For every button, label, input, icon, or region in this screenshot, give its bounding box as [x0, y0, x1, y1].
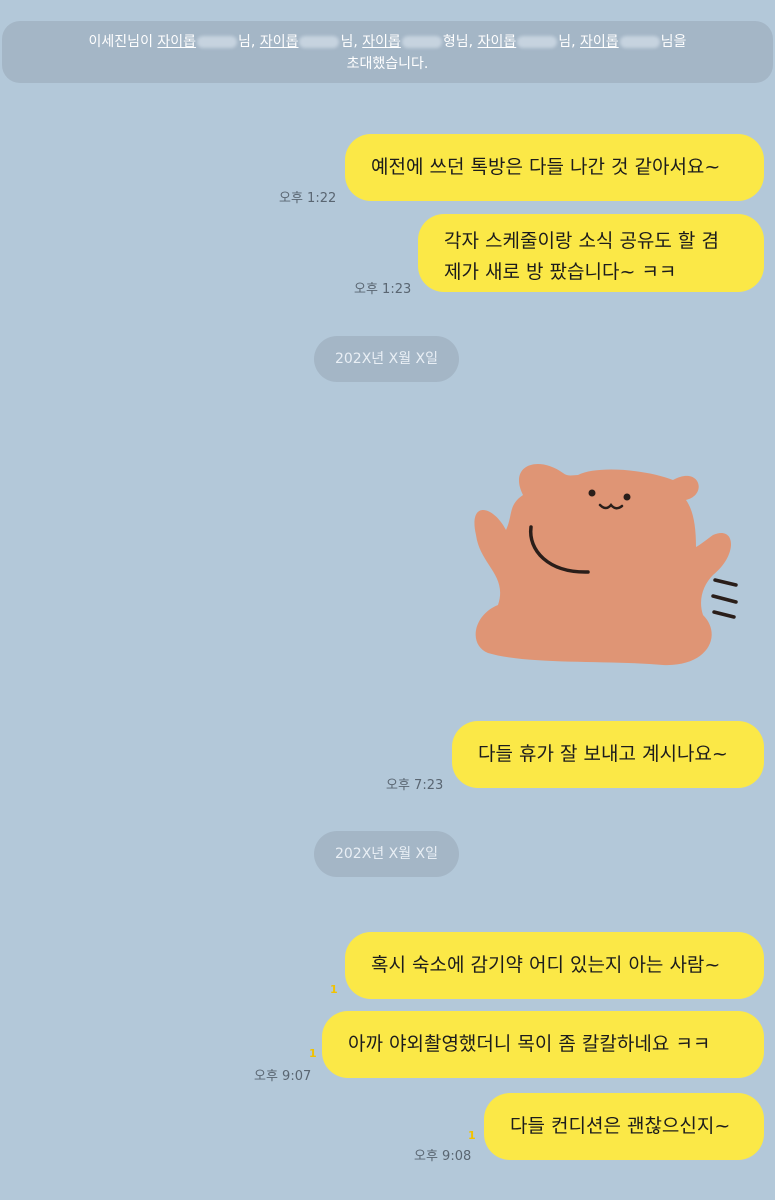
blurred-name	[517, 36, 558, 48]
blurred-name	[299, 36, 340, 48]
unread-count: 1	[309, 1047, 317, 1060]
message-text: 다들 휴가 잘 보내고 계시나요~	[478, 743, 728, 765]
blurred-name	[197, 36, 238, 48]
inviter-name: 이세진님이	[88, 34, 153, 50]
invitee-suffix: 님,	[340, 34, 358, 50]
blurred-name	[401, 36, 442, 48]
date-divider: 202X년 X월 X일	[314, 831, 459, 877]
unread-count: 1	[468, 1129, 476, 1142]
message-time: 오후 9:07	[254, 1069, 312, 1084]
message-bubble[interactable]: 각자 스케줄이랑 소식 공유도 할 겸 제가 새로 방 팠습니다~ ㅋㅋ	[418, 214, 764, 292]
message-bubble[interactable]: 아까 야외촬영했더니 목이 좀 칼칼하네요 ㅋㅋ	[322, 1011, 764, 1078]
motion-lines	[711, 578, 738, 619]
message-bubble[interactable]: 혹시 숙소에 감기약 어디 있는지 아는 사람~	[345, 932, 764, 999]
invitee-name[interactable]: 자이롭	[580, 34, 619, 50]
invitee-name[interactable]: 자이롭	[157, 34, 196, 50]
unread-count: 1	[330, 983, 338, 996]
bear-left-eye	[588, 489, 596, 497]
invitee-suffix: 님,	[558, 34, 576, 50]
message-text: 아까 야외촬영했더니 목이 좀 칼칼하네요 ㅋㅋ	[348, 1033, 711, 1055]
message-text: 다들 컨디션은 괜찮으신지~	[510, 1115, 731, 1137]
message-time: 오후 1:23	[354, 282, 412, 297]
invitee-name[interactable]: 자이롭	[362, 34, 401, 50]
invitee-name[interactable]: 자이롭	[478, 34, 517, 50]
invitee-name[interactable]: 자이롭	[260, 34, 299, 50]
invitee-suffix: 형님,	[442, 34, 474, 50]
message-text: 혹시 숙소에 감기약 어디 있는지 아는 사람~	[371, 954, 721, 976]
bear-body-shape	[474, 464, 732, 666]
blurred-name	[619, 36, 660, 48]
message-bubble[interactable]: 예전에 쓰던 톡방은 다들 나간 것 같아서요~	[345, 134, 764, 201]
system-invite-line-1: 이세진님이 자이롭 님, 자이롭 님, 자이롭 형님, 자이롭 님, 자이롭 님을	[2, 31, 773, 53]
message-text-line-2: 제가 새로 방 팠습니다~ ㅋㅋ	[444, 261, 677, 283]
system-invite-line-2: 초대했습니다.	[346, 56, 429, 72]
bear-sticker[interactable]	[468, 455, 738, 683]
message-time: 오후 1:22	[279, 191, 337, 206]
message-bubble[interactable]: 다들 컨디션은 괜찮으신지~	[484, 1093, 764, 1160]
message-bubble[interactable]: 다들 휴가 잘 보내고 계시나요~	[452, 721, 764, 788]
bear-right-eye	[623, 493, 631, 501]
invitee-suffix: 님,	[238, 34, 256, 50]
message-text: 예전에 쓰던 톡방은 다들 나간 것 같아서요~	[371, 156, 721, 178]
system-invite-message: 이세진님이 자이롭 님, 자이롭 님, 자이롭 형님, 자이롭 님, 자이롭 님을 초대했…	[2, 21, 773, 83]
message-time: 오후 7:23	[386, 778, 444, 793]
message-text-line-1: 각자 스케줄이랑 소식 공유도 할 겸	[444, 230, 719, 252]
invitee-suffix: 님을	[660, 34, 687, 50]
date-divider: 202X년 X월 X일	[314, 336, 459, 382]
message-time: 오후 9:08	[414, 1149, 472, 1164]
